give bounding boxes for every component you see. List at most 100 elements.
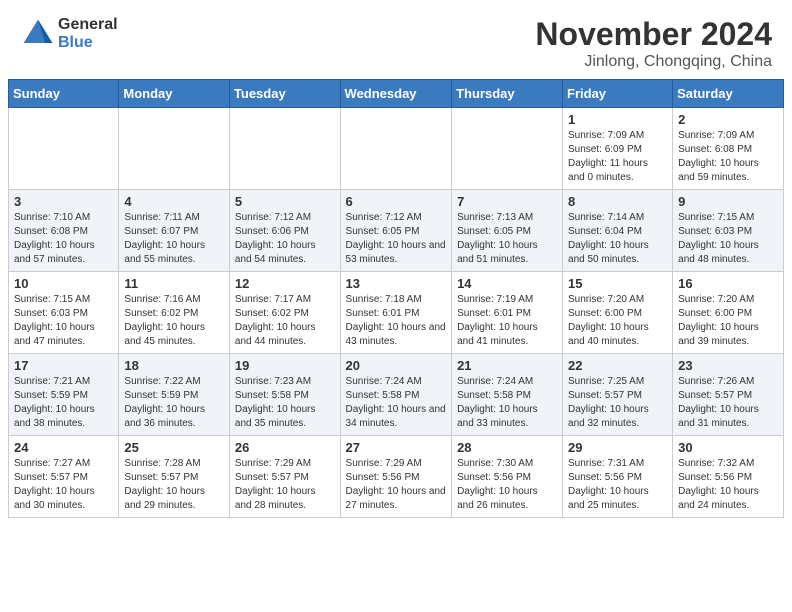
day-cell: 9 Sunrise: 7:15 AM Sunset: 6:03 PM Daylig… [673, 190, 784, 272]
day-cell: 17 Sunrise: 7:21 AM Sunset: 5:59 PM Dayli… [9, 354, 119, 436]
day-cell: 13Sunrise: 7:18 AM Sunset: 6:01 PM Dayli… [340, 272, 452, 354]
day-cell: 25 Sunrise: 7:28 AM Sunset: 5:57 PM Dayli… [119, 436, 230, 518]
day-info: Sunrise: 7:19 AM Sunset: 6:01 PM Dayligh… [457, 293, 557, 349]
day-cell: 16 Sunrise: 7:20 AM Sunset: 6:00 PM Dayli… [673, 272, 784, 354]
week-row-4: 17 Sunrise: 7:21 AM Sunset: 5:59 PM Dayli… [9, 354, 784, 436]
day-cell: 19Sunrise: 7:23 AM Sunset: 5:58 PM Dayli… [229, 354, 340, 436]
day-cell: 26Sunrise: 7:29 AM Sunset: 5:57 PM Dayli… [229, 436, 340, 518]
day-number: 1 [568, 112, 667, 127]
day-info: Sunrise: 7:10 AM Sunset: 6:08 PM Dayligh… [14, 211, 113, 267]
logo-text: General Blue [58, 16, 118, 51]
day-cell: 30 Sunrise: 7:32 AM Sunset: 5:56 PM Dayli… [673, 436, 784, 518]
day-cell [452, 108, 563, 190]
day-cell: 10Sunrise: 7:15 AM Sunset: 6:03 PM Dayli… [9, 272, 119, 354]
day-number: 4 [124, 194, 224, 209]
day-cell: 5 Sunrise: 7:12 AM Sunset: 6:06 PM Daylig… [229, 190, 340, 272]
title-block: November 2024 Jinlong, Chongqing, China [535, 16, 772, 71]
day-info: Sunrise: 7:16 AM Sunset: 6:02 PM Dayligh… [124, 293, 224, 349]
day-info: Sunrise: 7:32 AM Sunset: 5:56 PM Dayligh… [678, 457, 778, 513]
week-row-5: 24Sunrise: 7:27 AM Sunset: 5:57 PM Dayli… [9, 436, 784, 518]
page: General Blue November 2024 Jinlong, Chon… [0, 0, 792, 612]
day-cell: 6Sunrise: 7:12 AM Sunset: 6:05 PM Daylig… [340, 190, 452, 272]
day-cell [119, 108, 230, 190]
day-info: Sunrise: 7:24 AM Sunset: 5:58 PM Dayligh… [457, 375, 557, 431]
day-cell: 3 Sunrise: 7:10 AM Sunset: 6:08 PM Daylig… [9, 190, 119, 272]
day-info: Sunrise: 7:20 AM Sunset: 6:00 PM Dayligh… [568, 293, 667, 349]
header-saturday: Saturday [673, 80, 784, 108]
day-cell: 15 Sunrise: 7:20 AM Sunset: 6:00 PM Dayli… [563, 272, 673, 354]
day-number: 18 [124, 358, 224, 373]
day-info: Sunrise: 7:14 AM Sunset: 6:04 PM Dayligh… [568, 211, 667, 267]
day-number: 3 [14, 194, 113, 209]
day-info: Sunrise: 7:22 AM Sunset: 5:59 PM Dayligh… [124, 375, 224, 431]
day-number: 7 [457, 194, 557, 209]
day-cell: 29 Sunrise: 7:31 AM Sunset: 5:56 PM Dayli… [563, 436, 673, 518]
day-info: Sunrise: 7:13 AM Sunset: 6:05 PM Dayligh… [457, 211, 557, 267]
calendar-table: Sunday Monday Tuesday Wednesday Thursday… [8, 79, 784, 518]
day-info: Sunrise: 7:18 AM Sunset: 6:01 PM Dayligh… [346, 293, 447, 349]
day-info: Sunrise: 7:31 AM Sunset: 5:56 PM Dayligh… [568, 457, 667, 513]
day-number: 25 [124, 440, 224, 455]
day-info: Sunrise: 7:27 AM Sunset: 5:57 PM Dayligh… [14, 457, 113, 513]
day-number: 20 [346, 358, 447, 373]
header-thursday: Thursday [452, 80, 563, 108]
day-info: Sunrise: 7:20 AM Sunset: 6:00 PM Dayligh… [678, 293, 778, 349]
day-cell: 20 Sunrise: 7:24 AM Sunset: 5:58 PM Dayli… [340, 354, 452, 436]
location-title: Jinlong, Chongqing, China [535, 53, 772, 71]
day-info: Sunrise: 7:12 AM Sunset: 6:06 PM Dayligh… [235, 211, 335, 267]
week-row-3: 10Sunrise: 7:15 AM Sunset: 6:03 PM Dayli… [9, 272, 784, 354]
day-number: 15 [568, 276, 667, 291]
day-number: 14 [457, 276, 557, 291]
header-friday: Friday [563, 80, 673, 108]
day-number: 30 [678, 440, 778, 455]
day-number: 2 [678, 112, 778, 127]
day-cell [9, 108, 119, 190]
day-info: Sunrise: 7:23 AM Sunset: 5:58 PM Dayligh… [235, 375, 335, 431]
day-info: Sunrise: 7:09 AM Sunset: 6:08 PM Dayligh… [678, 129, 778, 185]
calendar-header: Sunday Monday Tuesday Wednesday Thursday… [9, 80, 784, 108]
day-cell: 27Sunrise: 7:29 AM Sunset: 5:56 PM Dayli… [340, 436, 452, 518]
day-number: 16 [678, 276, 778, 291]
day-info: Sunrise: 7:24 AM Sunset: 5:58 PM Dayligh… [346, 375, 447, 431]
day-cell: 4 Sunrise: 7:11 AM Sunset: 6:07 PM Daylig… [119, 190, 230, 272]
day-number: 8 [568, 194, 667, 209]
day-cell: 14 Sunrise: 7:19 AM Sunset: 6:01 PM Dayli… [452, 272, 563, 354]
day-info: Sunrise: 7:09 AM Sunset: 6:09 PM Dayligh… [568, 129, 667, 185]
logo: General Blue [20, 16, 118, 52]
logo-general: General [58, 16, 118, 34]
day-number: 9 [678, 194, 778, 209]
day-number: 5 [235, 194, 335, 209]
day-number: 28 [457, 440, 557, 455]
day-cell [229, 108, 340, 190]
day-cell: 24Sunrise: 7:27 AM Sunset: 5:57 PM Dayli… [9, 436, 119, 518]
day-cell: 11Sunrise: 7:16 AM Sunset: 6:02 PM Dayli… [119, 272, 230, 354]
day-cell: 2 Sunrise: 7:09 AM Sunset: 6:08 PM Daylig… [673, 108, 784, 190]
day-number: 26 [235, 440, 335, 455]
day-info: Sunrise: 7:28 AM Sunset: 5:57 PM Dayligh… [124, 457, 224, 513]
day-info: Sunrise: 7:21 AM Sunset: 5:59 PM Dayligh… [14, 375, 113, 431]
logo-blue: Blue [58, 34, 118, 52]
header-row: Sunday Monday Tuesday Wednesday Thursday… [9, 80, 784, 108]
day-number: 22 [568, 358, 667, 373]
header-sunday: Sunday [9, 80, 119, 108]
calendar-body: 1 Sunrise: 7:09 AM Sunset: 6:09 PM Daylig… [9, 108, 784, 518]
day-number: 29 [568, 440, 667, 455]
day-info: Sunrise: 7:26 AM Sunset: 5:57 PM Dayligh… [678, 375, 778, 431]
day-number: 23 [678, 358, 778, 373]
day-cell: 28Sunrise: 7:30 AM Sunset: 5:56 PM Dayli… [452, 436, 563, 518]
day-cell [340, 108, 452, 190]
week-row-2: 3 Sunrise: 7:10 AM Sunset: 6:08 PM Daylig… [9, 190, 784, 272]
day-info: Sunrise: 7:11 AM Sunset: 6:07 PM Dayligh… [124, 211, 224, 267]
day-number: 10 [14, 276, 113, 291]
month-title: November 2024 [535, 16, 772, 53]
day-cell: 8 Sunrise: 7:14 AM Sunset: 6:04 PM Daylig… [563, 190, 673, 272]
day-info: Sunrise: 7:17 AM Sunset: 6:02 PM Dayligh… [235, 293, 335, 349]
day-number: 17 [14, 358, 113, 373]
header-tuesday: Tuesday [229, 80, 340, 108]
day-info: Sunrise: 7:15 AM Sunset: 6:03 PM Dayligh… [678, 211, 778, 267]
day-cell: 12Sunrise: 7:17 AM Sunset: 6:02 PM Dayli… [229, 272, 340, 354]
day-number: 27 [346, 440, 447, 455]
day-cell: 18 Sunrise: 7:22 AM Sunset: 5:59 PM Dayli… [119, 354, 230, 436]
day-number: 21 [457, 358, 557, 373]
header: General Blue November 2024 Jinlong, Chon… [0, 0, 792, 79]
